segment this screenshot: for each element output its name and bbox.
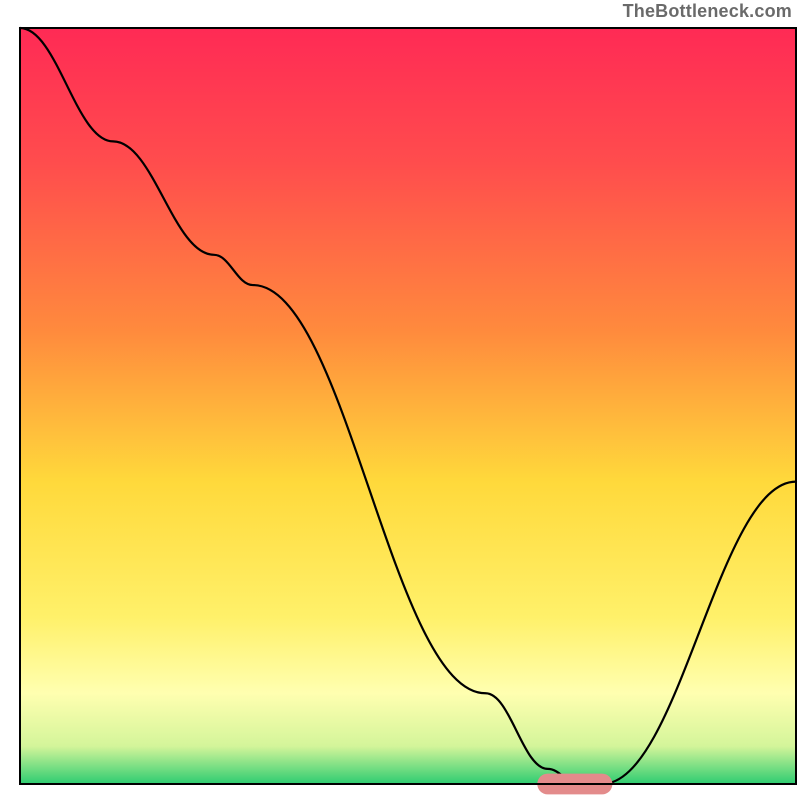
bottleneck-chart: [0, 0, 800, 800]
chart-container: TheBottleneck.com: [0, 0, 800, 800]
watermark-text: TheBottleneck.com: [623, 2, 792, 22]
gradient-background: [20, 28, 796, 784]
